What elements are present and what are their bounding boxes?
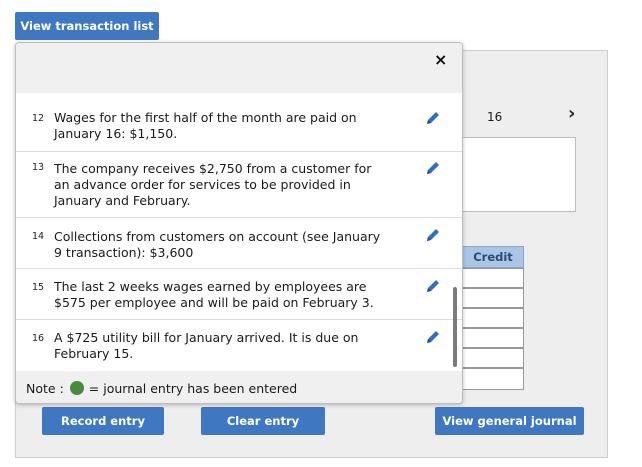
record-entry-button[interactable]: Record entry: [42, 407, 164, 435]
transaction-text: A $725 utility bill for January arrived.…: [54, 330, 359, 361]
credit-input-cell[interactable]: [462, 348, 524, 368]
note-text: = journal entry has been entered: [88, 380, 298, 396]
pencil-icon[interactable]: [424, 226, 442, 244]
credit-input-cell[interactable]: [462, 308, 524, 328]
chevron-right-icon[interactable]: ›: [568, 103, 575, 124]
entered-indicator-icon: [69, 381, 84, 395]
view-general-journal-button[interactable]: View general journal: [435, 407, 584, 435]
popup-header: ×: [16, 43, 462, 93]
transaction-item: 16 A $725 utility bill for January arriv…: [16, 320, 462, 371]
transaction-item: 15 The last 2 weeks wages earned by empl…: [16, 269, 462, 320]
pencil-icon[interactable]: [424, 277, 442, 295]
transaction-number: 15: [32, 282, 45, 293]
entry-number: 16: [487, 110, 503, 124]
credit-column-header: Credit: [462, 246, 524, 268]
close-icon[interactable]: ×: [434, 50, 447, 69]
pencil-icon[interactable]: [424, 159, 442, 177]
transaction-item: 12 Wages for the first half of the month…: [16, 103, 462, 152]
transaction-text: Collections from customers on account (s…: [54, 229, 381, 260]
pencil-icon[interactable]: [424, 109, 442, 127]
transaction-list-popup: × 12 Wages for the first half of the mon…: [15, 42, 463, 404]
transaction-text: The company receives $2,750 from a custo…: [54, 161, 372, 208]
transaction-item: 14 Collections from customers on account…: [16, 218, 462, 269]
transaction-number: 16: [32, 333, 45, 344]
transaction-text: Wages for the first half of the month ar…: [54, 110, 357, 141]
credit-input-cell[interactable]: [462, 288, 524, 308]
scrollbar[interactable]: [453, 287, 457, 367]
transaction-number: 13: [32, 162, 45, 173]
note-bar: Note : = journal entry has been entered: [16, 371, 462, 403]
credit-input-cell[interactable]: [462, 268, 524, 288]
view-transaction-list-button[interactable]: View transaction list: [15, 12, 159, 40]
note-label: Note :: [26, 380, 64, 396]
pencil-icon[interactable]: [424, 328, 442, 346]
credit-input-cell[interactable]: [462, 328, 524, 348]
transaction-text: The last 2 weeks wages earned by employe…: [54, 279, 374, 310]
clear-entry-button[interactable]: Clear entry: [201, 407, 325, 435]
transaction-number: 12: [32, 113, 45, 124]
credit-input-cell[interactable]: [462, 368, 524, 390]
transaction-item: 13 The company receives $2,750 from a cu…: [16, 152, 462, 218]
transaction-number: 14: [32, 231, 45, 242]
